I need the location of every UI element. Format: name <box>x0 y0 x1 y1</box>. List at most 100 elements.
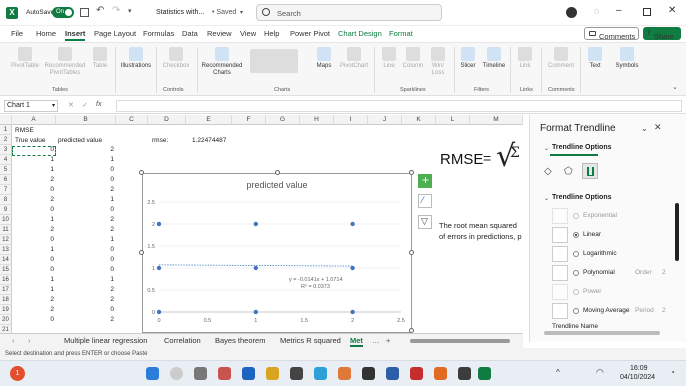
tab-power-pivot[interactable]: Power Pivot <box>290 29 330 38</box>
link-button[interactable]: Link <box>513 47 537 70</box>
excel-taskbar-icon[interactable] <box>478 367 491 380</box>
radio-power[interactable] <box>573 289 579 295</box>
app-icon[interactable] <box>386 367 399 380</box>
column-header[interactable]: E <box>186 115 232 125</box>
tab-format[interactable]: Format <box>389 29 413 38</box>
timeline-button[interactable]: Timeline <box>481 47 507 70</box>
true-value-cell[interactable]: 0 <box>12 205 54 215</box>
predicted-value-cell[interactable]: 2 <box>56 225 114 235</box>
wifi-icon[interactable]: ◠ <box>596 367 604 378</box>
predicted-value-cell[interactable]: 1 <box>56 275 114 285</box>
predicted-value-cell[interactable]: 1 <box>56 235 114 245</box>
row-header[interactable]: 9 <box>0 205 12 215</box>
option-exponential[interactable]: Exponential <box>583 212 617 219</box>
predicted-value-cell[interactable]: 0 <box>56 175 114 185</box>
tab-review[interactable]: Review <box>207 29 232 38</box>
formula-input[interactable] <box>116 100 682 112</box>
search-taskbar-icon[interactable] <box>170 367 183 380</box>
section-collapse-icon[interactable]: ⌄ <box>544 145 549 152</box>
share-button[interactable]: Share ⇪ <box>643 27 681 41</box>
comment-button[interactable]: Comment <box>544 47 578 70</box>
recommended-pivottables-button[interactable]: Recommended PivotTables <box>41 47 89 77</box>
resize-handle[interactable] <box>409 250 414 255</box>
app-icon[interactable] <box>458 367 471 380</box>
add-sheet-icon[interactable]: + <box>386 336 390 345</box>
true-value-cell[interactable]: 0 <box>12 255 54 265</box>
column-header[interactable]: H <box>300 115 334 125</box>
tab-help[interactable]: Help <box>264 29 279 38</box>
radio-logarithmic[interactable] <box>573 251 579 257</box>
resize-handle[interactable] <box>139 170 144 175</box>
app-icon[interactable] <box>362 367 375 380</box>
lightbulb-icon[interactable]: ◌ <box>594 6 599 16</box>
minimize-icon[interactable]: – <box>616 5 622 16</box>
order-value[interactable]: 2 <box>662 269 666 276</box>
row-header[interactable]: 5 <box>0 165 12 175</box>
option-logarithmic[interactable]: Logarithmic <box>583 250 617 257</box>
option-polynomial[interactable]: Polynomial <box>583 269 615 276</box>
true-value-cell[interactable]: 1 <box>12 285 54 295</box>
app-icon[interactable] <box>194 367 207 380</box>
chart-elements-button[interactable]: + <box>418 173 432 188</box>
radio-polynomial[interactable] <box>573 270 579 276</box>
close-icon[interactable]: ✕ <box>668 5 676 16</box>
file-name[interactable]: Statistics with... <box>156 9 204 16</box>
pane-v-scrollbar[interactable] <box>675 203 679 261</box>
redo-icon[interactable]: ↷ <box>112 5 120 16</box>
search-box[interactable]: Search <box>256 4 442 21</box>
effects-icon[interactable]: ⬠ <box>564 166 573 177</box>
resize-handle[interactable] <box>139 250 144 255</box>
chart-filters-button[interactable]: ▽ <box>418 215 432 229</box>
comments-button[interactable]: Comments <box>584 27 639 41</box>
slicer-button[interactable]: Slicer <box>456 47 480 70</box>
true-value-cell[interactable]: 0 <box>12 235 54 245</box>
chart-type-icons[interactable] <box>248 49 300 75</box>
notification-icon[interactable]: ◔ <box>670 368 675 377</box>
scatter-chart[interactable]: predicted value 0 0.5 1 1.5 2 2.5 0 0.5 1 1.5 2 2.5… <box>142 173 412 333</box>
radio-exponential[interactable] <box>573 213 579 219</box>
predicted-value-cell[interactable]: 1 <box>56 195 114 205</box>
option-moving-average[interactable]: Moving Average <box>583 307 630 314</box>
row-header[interactable]: 2 <box>0 135 12 145</box>
row-header[interactable]: 1 <box>0 125 12 135</box>
insert-function-icon[interactable]: fx <box>96 101 101 108</box>
cancel-formula-icon[interactable]: ✕ <box>68 101 74 109</box>
tab-data[interactable]: Data <box>182 29 198 38</box>
row-header[interactable]: 8 <box>0 195 12 205</box>
row-header[interactable]: 16 <box>0 275 12 285</box>
pane-close-icon[interactable]: ✕ <box>654 122 662 133</box>
next-sheet-icon[interactable]: › <box>28 336 31 345</box>
tab-chart-design[interactable]: Chart Design <box>338 29 382 38</box>
tab-formulas[interactable]: Formulas <box>143 29 174 38</box>
row-header[interactable]: 4 <box>0 155 12 165</box>
period-value[interactable]: 2 <box>662 307 666 314</box>
app-icon[interactable] <box>434 367 447 380</box>
saved-dropdown-icon[interactable]: ▾ <box>240 9 243 16</box>
predicted-value-cell[interactable]: 2 <box>56 295 114 305</box>
true-value-cell[interactable]: 1 <box>12 165 54 175</box>
true-value-cell[interactable]: 2 <box>12 175 54 185</box>
true-value-cell[interactable]: 2 <box>12 305 54 315</box>
clock-date[interactable]: 04/10/2024 <box>620 374 655 381</box>
user-avatar[interactable] <box>566 7 577 18</box>
horizontal-scrollbar[interactable] <box>410 339 510 343</box>
app-icon[interactable] <box>290 367 303 380</box>
undo-icon[interactable]: ↶ <box>96 5 104 16</box>
column-header[interactable]: L <box>436 115 470 125</box>
true-value-cell[interactable]: 0 <box>12 265 54 275</box>
tab-metrics-r-squared[interactable]: Metrics R squared <box>280 336 341 345</box>
tab-active-sheet[interactable]: Met <box>350 336 363 347</box>
predicted-value-cell[interactable]: 0 <box>56 165 114 175</box>
row-header[interactable]: 14 <box>0 255 12 265</box>
sparkline-column-button[interactable]: Column <box>401 47 425 70</box>
row-header[interactable]: 21 <box>0 325 12 333</box>
predicted-value-cell[interactable]: 1 <box>56 155 114 165</box>
cell-a2[interactable]: True value <box>15 136 45 146</box>
tab-bayes-theorem[interactable]: Bayes theorem <box>215 336 265 345</box>
enter-formula-icon[interactable]: ✓ <box>82 101 88 109</box>
row-header[interactable]: 6 <box>0 175 12 185</box>
radio-moving-average[interactable] <box>573 308 579 314</box>
customize-qat-icon[interactable]: ▾ <box>128 7 132 15</box>
app-icon[interactable] <box>338 367 351 380</box>
row-header[interactable]: 19 <box>0 305 12 315</box>
